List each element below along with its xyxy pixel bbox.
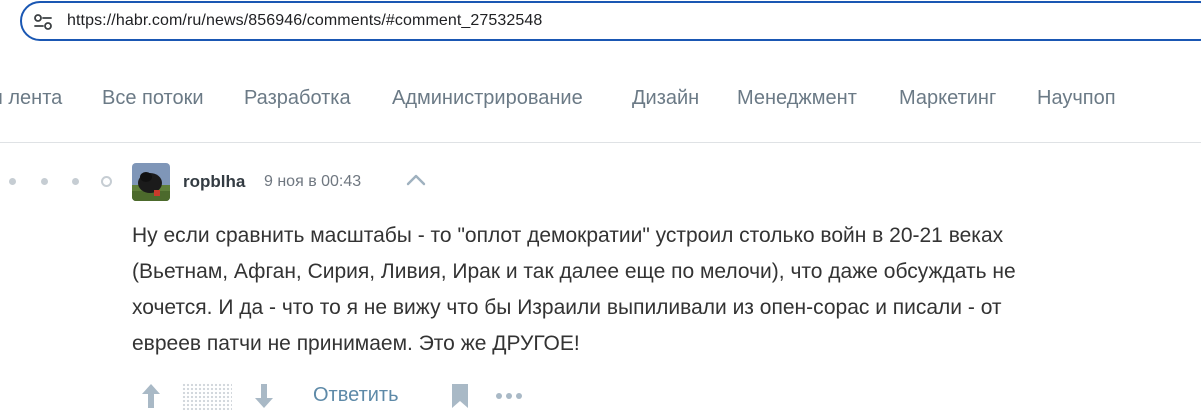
comment-text-line: хочется. И да - что то я не вижу что бы … bbox=[132, 296, 1002, 319]
arrow-up-icon[interactable] bbox=[141, 382, 161, 410]
bookmark-icon[interactable] bbox=[450, 382, 470, 410]
browser-toolbar: https://habr.com/ru/news/856946/comments… bbox=[0, 0, 1201, 56]
comment-actions: Ответить bbox=[0, 378, 1201, 418]
chevron-up-icon[interactable] bbox=[405, 172, 427, 188]
comment-timestamp[interactable]: 9 ноя в 00:43 bbox=[264, 173, 361, 191]
hubs-nav: я лента Все потоки Разработка Администри… bbox=[0, 56, 1201, 143]
nav-item-management[interactable]: Менеджмент bbox=[737, 87, 857, 110]
nav-item-administration[interactable]: Администрирование bbox=[392, 87, 583, 110]
comment-body: Ну если сравнить масштабы - то "оплот де… bbox=[132, 218, 1132, 362]
thread-dot bbox=[72, 178, 79, 185]
nav-item-popsci[interactable]: Научпоп bbox=[1037, 87, 1116, 110]
rating-score-hidden bbox=[182, 383, 232, 410]
thread-dot bbox=[9, 178, 16, 185]
nav-item-my-feed[interactable]: я лента bbox=[0, 87, 62, 110]
comment-text-line: евреев патчи не принимаем. Это же ДРУГОЕ… bbox=[132, 332, 580, 355]
avatar-image bbox=[132, 163, 170, 201]
comment-text-line: Ну если сравнить масштабы - то "оплот де… bbox=[132, 224, 1004, 247]
comment-author[interactable]: ropblha bbox=[183, 172, 245, 192]
nav-item-marketing[interactable]: Маркетинг bbox=[899, 87, 996, 110]
address-bar[interactable]: https://habr.com/ru/news/856946/comments… bbox=[20, 1, 1201, 41]
more-options-icon[interactable] bbox=[495, 392, 525, 400]
thread-level-indicator bbox=[0, 175, 120, 189]
nav-item-design[interactable]: Дизайн bbox=[632, 87, 699, 110]
thread-dot bbox=[41, 178, 48, 185]
url-text[interactable]: https://habr.com/ru/news/856946/comments… bbox=[67, 12, 542, 30]
thread-dot-current bbox=[101, 176, 112, 187]
avatar[interactable] bbox=[132, 163, 170, 201]
comment-text-line: (Вьетнам, Афган, Сирия, Ливия, Ирак и та… bbox=[132, 260, 1016, 283]
nav-item-all-streams[interactable]: Все потоки bbox=[102, 87, 204, 110]
tune-icon[interactable] bbox=[33, 13, 53, 31]
nav-item-development[interactable]: Разработка bbox=[244, 87, 351, 110]
arrow-down-icon[interactable] bbox=[254, 382, 274, 410]
reply-button[interactable]: Ответить bbox=[313, 384, 399, 407]
